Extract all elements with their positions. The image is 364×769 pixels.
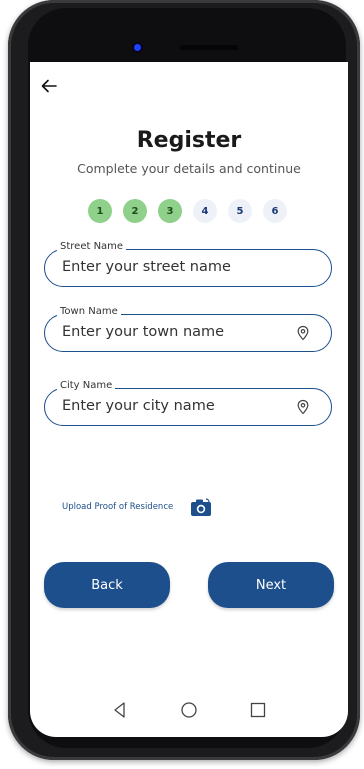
town-name-label: Town Name	[57, 306, 121, 317]
street-name-placeholder: Enter your street name	[62, 259, 231, 275]
town-name-placeholder: Enter your town name	[62, 324, 225, 340]
page-title: Register	[136, 128, 242, 153]
town-name-field[interactable]: Town Name Enter your town name	[44, 306, 332, 352]
app-screen: Register Complete your details and conti…	[30, 62, 348, 737]
next-button[interactable]: Next	[208, 562, 334, 608]
progress-stepper: 1 2 3 4 5 6	[88, 199, 287, 223]
earpiece-speaker	[180, 45, 238, 50]
android-nav-bar	[30, 700, 348, 724]
front-camera-icon	[134, 44, 141, 51]
nav-home-icon[interactable]	[179, 700, 199, 720]
step-1: 1	[88, 199, 112, 223]
city-name-label: City Name	[57, 380, 116, 391]
location-pin-icon[interactable]	[295, 325, 311, 341]
back-button[interactable]: Back	[44, 562, 170, 608]
step-6: 6	[263, 199, 287, 223]
street-name-field[interactable]: Street Name Enter your street name	[44, 241, 332, 287]
page-subtitle: Complete your details and continue	[77, 161, 301, 176]
step-3: 3	[158, 199, 182, 223]
nav-back-icon[interactable]	[110, 700, 130, 720]
arrow-left-icon[interactable]	[38, 75, 60, 97]
nav-recents-icon[interactable]	[248, 700, 268, 720]
step-4: 4	[193, 199, 217, 223]
upload-proof-label[interactable]: Upload Proof of Residence	[62, 502, 173, 512]
street-name-label: Street Name	[57, 241, 127, 252]
location-pin-icon[interactable]	[295, 399, 311, 415]
city-name-placeholder: Enter your city name	[62, 398, 215, 414]
city-name-field[interactable]: City Name Enter your city name	[44, 380, 332, 426]
step-5: 5	[228, 199, 252, 223]
step-2: 2	[123, 199, 147, 223]
camera-icon[interactable]	[190, 497, 212, 517]
